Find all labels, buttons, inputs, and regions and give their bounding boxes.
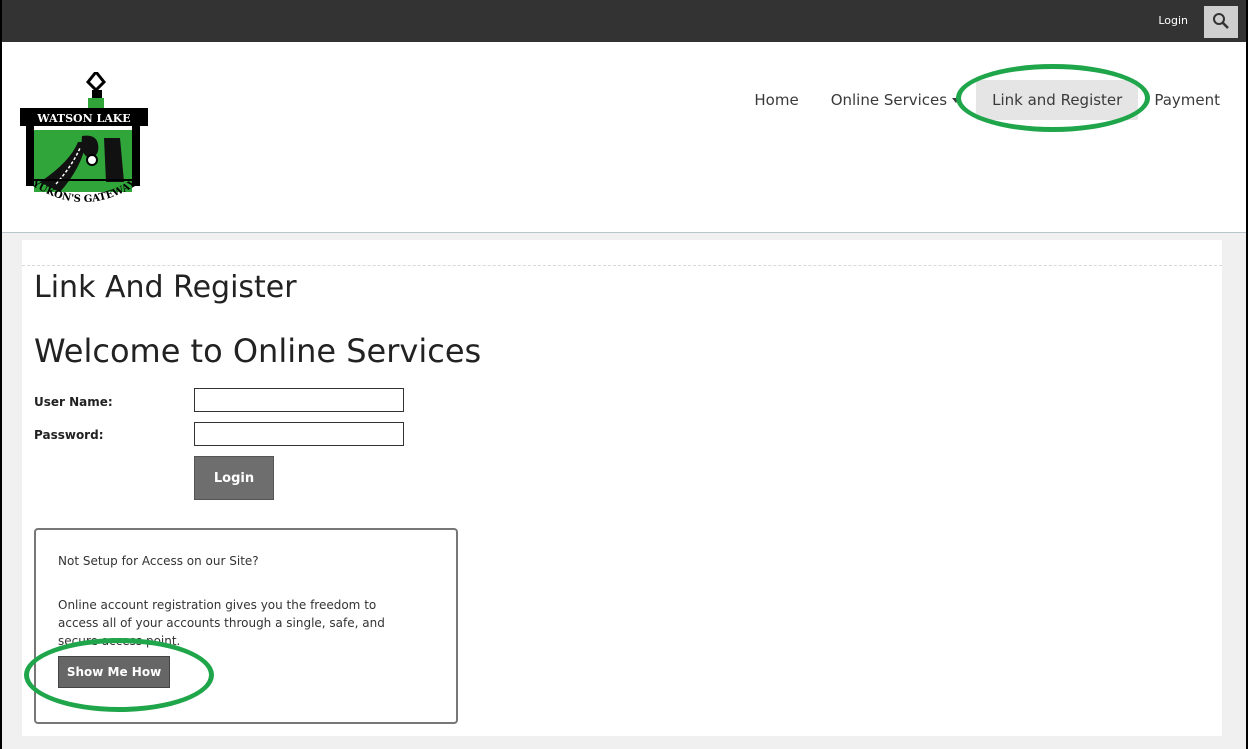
nav-link-and-register[interactable]: Link and Register [976,80,1139,120]
nav-online-services-label: Online Services [830,91,948,109]
main-content: Link And Register Welcome to Online Serv… [22,240,1222,736]
password-input[interactable] [194,422,404,446]
login-button[interactable]: Login [194,456,274,500]
divider [22,265,1222,266]
nav-online-services[interactable]: Online Services [815,80,976,120]
info-title: Not Setup for Access on our Site? [58,554,259,568]
top-bar: Login [2,0,1246,42]
registration-info-box: Not Setup for Access on our Site? Online… [34,528,458,724]
site-header: WATSON LAKE YUKON'S GATEWAY Home Online … [2,42,1246,233]
info-body: Online account registration gives you th… [58,598,385,648]
page-title: Link And Register [34,270,297,305]
logo-top-text: WATSON LAKE [36,112,130,125]
username-input[interactable] [194,388,404,412]
topbar-login-link[interactable]: Login [1158,0,1188,42]
username-label: User Name: [34,395,113,409]
browser-frame: Login WATSON LAKE YUKON'S GATEWAY Home O… [0,0,1248,749]
password-label: Password: [34,428,104,442]
show-me-how-button[interactable]: Show Me How [58,656,170,688]
caret-down-icon [952,98,961,103]
main-nav: Home Online Services Link and Register P… [738,80,1236,120]
watson-lake-logo[interactable]: WATSON LAKE YUKON'S GATEWAY [20,69,148,212]
welcome-heading: Welcome to Online Services [34,332,482,370]
nav-payment[interactable]: Payment [1138,80,1236,120]
search-icon[interactable] [1204,6,1238,38]
nav-home[interactable]: Home [738,80,814,120]
